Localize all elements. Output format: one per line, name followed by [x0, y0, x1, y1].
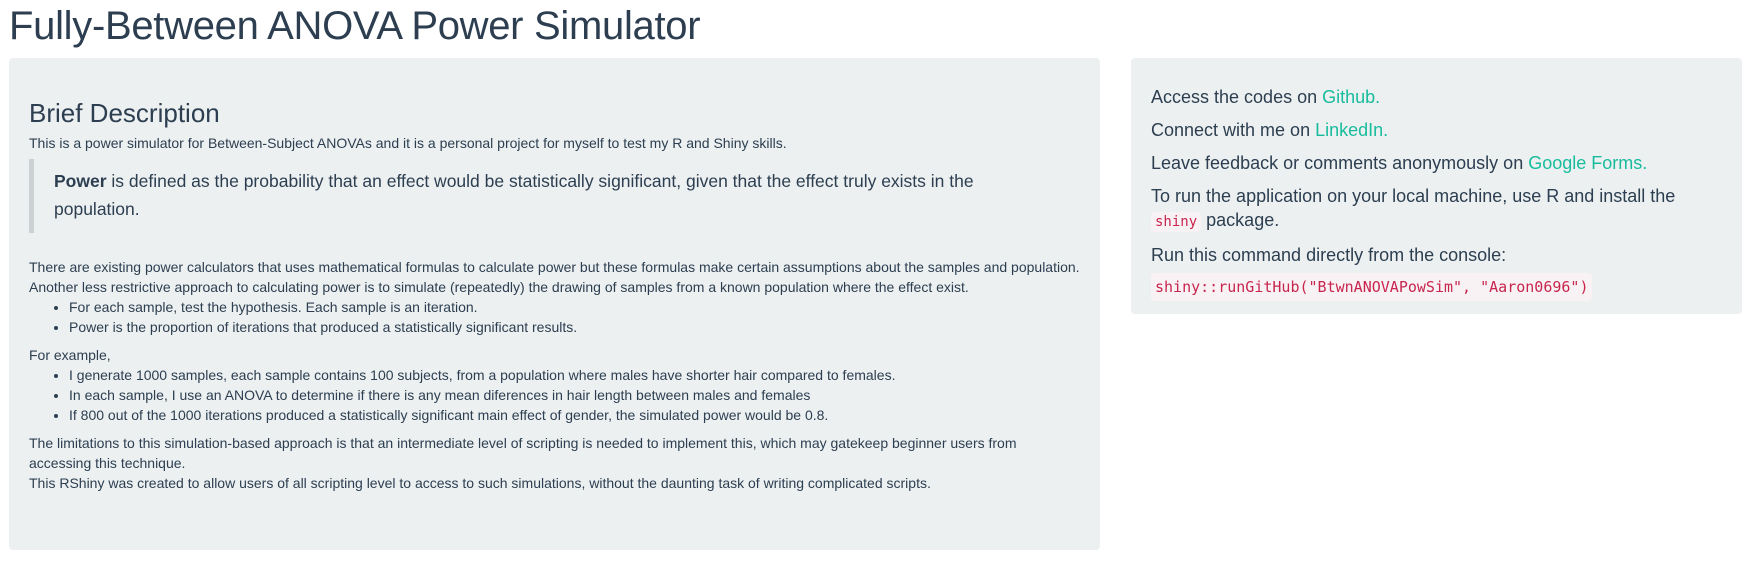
power-definition-quote: Power is defined as the probability that…	[29, 159, 1080, 233]
example-label: For example,	[29, 347, 111, 363]
power-term: Power	[54, 171, 107, 191]
power-definition: is defined as the probability that an ef…	[54, 171, 974, 219]
links-panel: Access the codes on Github. Connect with…	[1131, 58, 1742, 314]
feedback-text: Leave feedback or comments anonymously o…	[1151, 153, 1529, 173]
run-command-code: shiny::runGitHub("BtwnANOVAPowSim", "Aar…	[1151, 273, 1593, 301]
para-simulation-approach: Another less restrictive approach to cal…	[29, 279, 969, 295]
github-line: Access the codes on Github.	[1151, 85, 1722, 109]
page-title: Fully-Between ANOVA Power Simulator	[9, 4, 701, 48]
feedback-line: Leave feedback or comments anonymously o…	[1151, 151, 1722, 175]
linkedin-link[interactable]: LinkedIn.	[1315, 120, 1388, 140]
install-after-text: package.	[1201, 210, 1280, 230]
para-purpose: This RShiny was created to allow users o…	[29, 475, 931, 491]
install-line: To run the application on your local mac…	[1151, 184, 1722, 234]
intro-text: This is a power simulator for Between-Su…	[29, 135, 787, 151]
description-panel: Brief Description This is a power simula…	[9, 58, 1100, 550]
run-instruction: Run this command directly from the conso…	[1151, 245, 1507, 265]
list-item: If 800 out of the 1000 iterations produc…	[69, 405, 1080, 425]
list-item: I generate 1000 samples, each sample con…	[69, 365, 1080, 385]
google-forms-link[interactable]: Google Forms.	[1528, 153, 1647, 173]
shiny-package-code: shiny	[1151, 212, 1202, 232]
example-list: I generate 1000 samples, each sample con…	[29, 365, 1080, 425]
simulation-steps-list: For each sample, test the hypothesis. Ea…	[29, 297, 1080, 337]
linkedin-text: Connect with me on	[1151, 120, 1316, 140]
list-item: In each sample, I use an ANOVA to determ…	[69, 385, 1080, 405]
github-text: Access the codes on	[1151, 87, 1323, 107]
para-existing-calculators: There are existing power calculators tha…	[29, 259, 1080, 275]
github-link[interactable]: Github.	[1322, 87, 1380, 107]
description-heading: Brief Description	[29, 98, 220, 128]
list-item: Power is the proportion of iterations th…	[69, 317, 1080, 337]
install-text: To run the application on your local mac…	[1151, 186, 1676, 206]
list-item: For each sample, test the hypothesis. Ea…	[69, 297, 1080, 317]
para-limitations: The limitations to this simulation-based…	[29, 435, 1017, 471]
linkedin-line: Connect with me on LinkedIn.	[1151, 118, 1722, 142]
